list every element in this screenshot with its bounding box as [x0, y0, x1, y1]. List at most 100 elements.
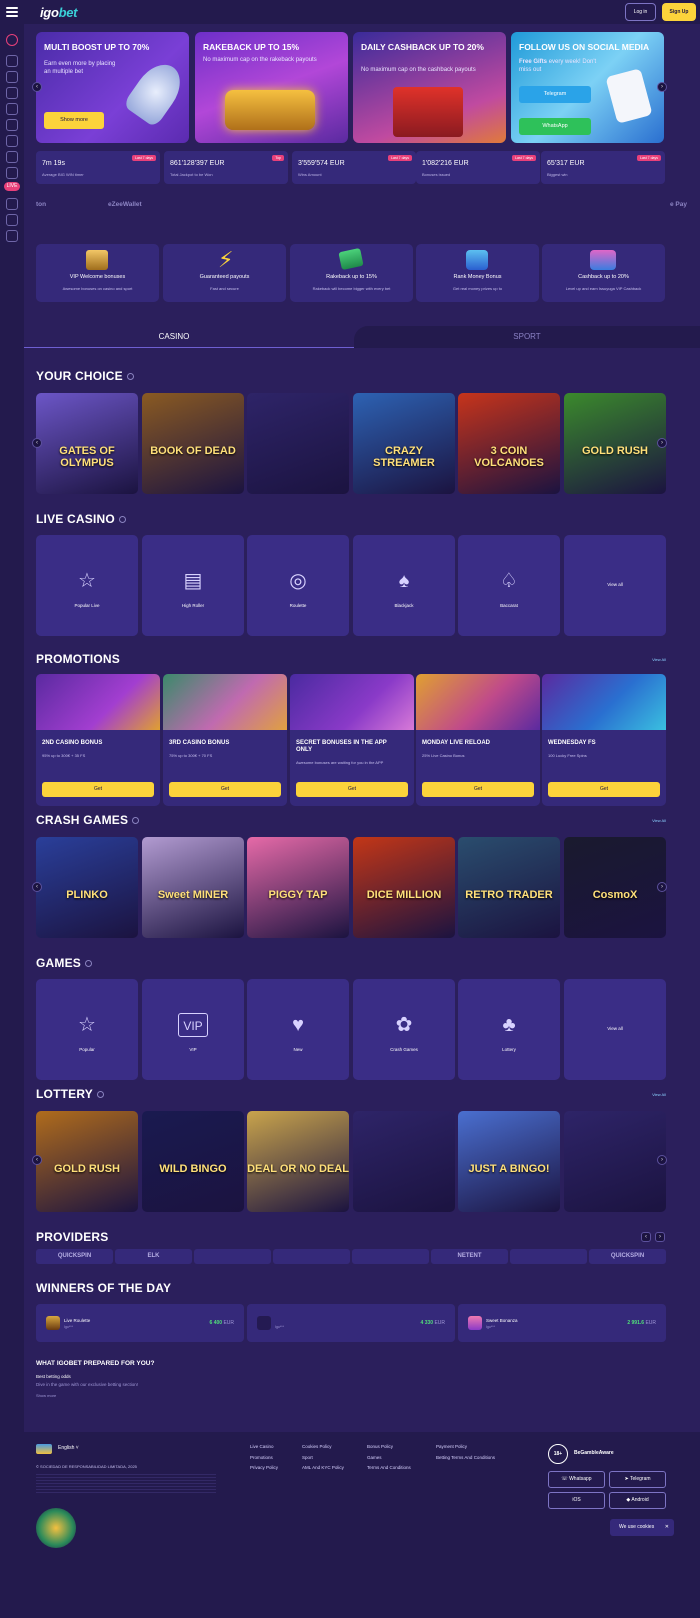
lottery-icon[interactable]: [6, 135, 18, 147]
crash-game-tile[interactable]: CosmoX: [564, 837, 666, 938]
crash-game-tile[interactable]: Sweet MINER: [142, 837, 244, 938]
banner-next-arrow[interactable]: ›: [657, 82, 667, 92]
provider-logo[interactable]: [273, 1249, 350, 1264]
provider-logo[interactable]: QUICKSPIN: [589, 1249, 666, 1264]
footer-link[interactable]: AML And KYC Policy: [302, 1463, 344, 1474]
view-all-link[interactable]: View All: [652, 1092, 666, 1097]
info-icon[interactable]: [96, 1091, 104, 1099]
crash-game-tile[interactable]: DICE MILLION: [353, 837, 455, 938]
info-icon[interactable]: [126, 373, 134, 381]
stats-icon[interactable]: [6, 167, 18, 179]
casino-icon[interactable]: [6, 103, 18, 115]
menu-icon[interactable]: [6, 7, 18, 17]
lottery-tile[interactable]: GOLD RUSH: [36, 1111, 138, 1212]
live-category-roulette[interactable]: ◎ Roulette: [247, 535, 349, 636]
lottery-tile[interactable]: JUST A BINGO!: [458, 1111, 560, 1212]
get-button[interactable]: Get: [422, 782, 534, 797]
lottery-tile[interactable]: [564, 1111, 666, 1212]
winner-card[interactable]: Sweet Bonanza Igo*** 2 991.6 EUR: [458, 1304, 666, 1342]
footer-link[interactable]: Payment Policy: [436, 1442, 495, 1453]
promo-icon[interactable]: [6, 34, 18, 46]
whatsapp-button[interactable]: ☏ Whatsapp: [548, 1471, 605, 1488]
games-category-crash[interactable]: ✿ Crash Games: [353, 979, 455, 1080]
logo[interactable]: igobet: [40, 5, 77, 20]
view-all-link[interactable]: View All: [652, 657, 666, 662]
footer-link[interactable]: Privacy Policy: [250, 1463, 278, 1474]
live-category-view-all[interactable]: View all: [564, 535, 666, 636]
users-icon[interactable]: [6, 87, 18, 99]
your-choice-tile[interactable]: GATES OF OLYMPUS: [36, 393, 138, 494]
provider-logo[interactable]: [510, 1249, 587, 1264]
footer-link[interactable]: Betting Terms And Conditions: [436, 1453, 495, 1464]
android-download-button[interactable]: ◆ Android: [609, 1492, 666, 1509]
gift-icon[interactable]: [6, 198, 18, 210]
license-seal[interactable]: [36, 1508, 76, 1548]
games-category-popular[interactable]: ☆ Popular: [36, 979, 138, 1080]
support-icon[interactable]: [6, 214, 18, 226]
winner-card[interactable]: Live Roulette Igo*** 6 400 EUR: [36, 1304, 244, 1342]
live-category-baccarat[interactable]: ♤ Baccarat: [458, 535, 560, 636]
provider-logo[interactable]: QUICKSPIN: [36, 1249, 113, 1264]
banner-cashback[interactable]: DAILY CASHBACK UP TO 20% No maximum cap …: [353, 32, 506, 143]
providers-prev-arrow[interactable]: ‹: [641, 1232, 651, 1242]
your-choice-tile[interactable]: CRAZY STREAMER: [353, 393, 455, 494]
login-button[interactable]: Log in: [625, 3, 656, 21]
provider-logo[interactable]: [352, 1249, 429, 1264]
download-icon[interactable]: [6, 230, 18, 242]
live-category-high-roller[interactable]: ▤ High Roller: [142, 535, 244, 636]
banner-multi-boost[interactable]: MULTI BOOST UP TO 70% Earn even more by …: [36, 32, 189, 143]
live-badge[interactable]: LIVE: [4, 182, 20, 191]
live-category-blackjack[interactable]: ♠ Blackjack: [353, 535, 455, 636]
games-category-lottery[interactable]: ♣ Lottery: [458, 979, 560, 1080]
view-all-link[interactable]: View All: [652, 818, 666, 823]
crash-game-tile[interactable]: PIGGY TAP: [247, 837, 349, 938]
lottery-tile[interactable]: DEAL OR NO DEAL: [247, 1111, 349, 1212]
signup-button[interactable]: Sign Up: [662, 3, 696, 21]
info-icon[interactable]: [132, 817, 140, 825]
your-choice-tile[interactable]: GOLD RUSH: [564, 393, 666, 494]
tab-sport[interactable]: SPORT: [354, 326, 700, 348]
your-choice-tile[interactable]: 3 COIN VOLCANOES: [458, 393, 560, 494]
provider-logo[interactable]: [194, 1249, 271, 1264]
games-category-view-all[interactable]: View all: [564, 979, 666, 1080]
games-category-new[interactable]: ♥ New: [247, 979, 349, 1080]
your-choice-tile[interactable]: [247, 393, 349, 494]
sports-icon[interactable]: [6, 71, 18, 83]
tab-casino[interactable]: CASINO: [24, 326, 354, 348]
show-more-link[interactable]: Show more: [36, 1393, 56, 1398]
carousel-prev-arrow[interactable]: ‹: [32, 1155, 42, 1165]
carousel-next-arrow[interactable]: ›: [657, 1155, 667, 1165]
winner-card[interactable]: Igo*** 4 330 EUR: [247, 1304, 455, 1342]
ios-download-button[interactable]: iOS: [548, 1492, 605, 1509]
calendar-icon[interactable]: [6, 151, 18, 163]
info-icon[interactable]: [85, 960, 93, 968]
get-button[interactable]: Get: [169, 782, 281, 797]
telegram-button[interactable]: Telegram: [519, 86, 591, 103]
carousel-prev-arrow[interactable]: ‹: [32, 438, 42, 448]
footer-link[interactable]: Sport: [302, 1453, 344, 1464]
footer-link[interactable]: Promotions: [250, 1453, 278, 1464]
lottery-tile[interactable]: [353, 1111, 455, 1212]
crash-game-tile[interactable]: PLINKO: [36, 837, 138, 938]
games-category-vip[interactable]: VIP VIP: [142, 979, 244, 1080]
banner-prev-arrow[interactable]: ‹: [32, 82, 42, 92]
lottery-tile[interactable]: WILD BINGO: [142, 1111, 244, 1212]
language-select[interactable]: English ˅: [58, 1445, 79, 1451]
close-icon[interactable]: ✕: [665, 1519, 669, 1536]
show-more-button[interactable]: Show more: [44, 112, 104, 129]
crash-game-tile[interactable]: RETRO TRADER: [458, 837, 560, 938]
get-button[interactable]: Get: [296, 782, 408, 797]
get-button[interactable]: Get: [548, 782, 660, 797]
footer-link[interactable]: Bonus Policy: [367, 1442, 411, 1453]
whatsapp-button[interactable]: WhatsApp: [519, 118, 591, 135]
carousel-prev-arrow[interactable]: ‹: [32, 882, 42, 892]
providers-next-arrow[interactable]: ›: [655, 1232, 665, 1242]
begambleaware-logo[interactable]: BeGambleAware: [574, 1450, 614, 1456]
games-icon[interactable]: [6, 119, 18, 131]
carousel-next-arrow[interactable]: ›: [657, 882, 667, 892]
footer-link[interactable]: Live Casino: [250, 1442, 278, 1453]
your-choice-tile[interactable]: BOOK OF DEAD: [142, 393, 244, 494]
footer-link[interactable]: Terms And Conditions: [367, 1463, 411, 1474]
provider-logo[interactable]: NETENT: [431, 1249, 508, 1264]
cup-icon[interactable]: [6, 55, 18, 67]
